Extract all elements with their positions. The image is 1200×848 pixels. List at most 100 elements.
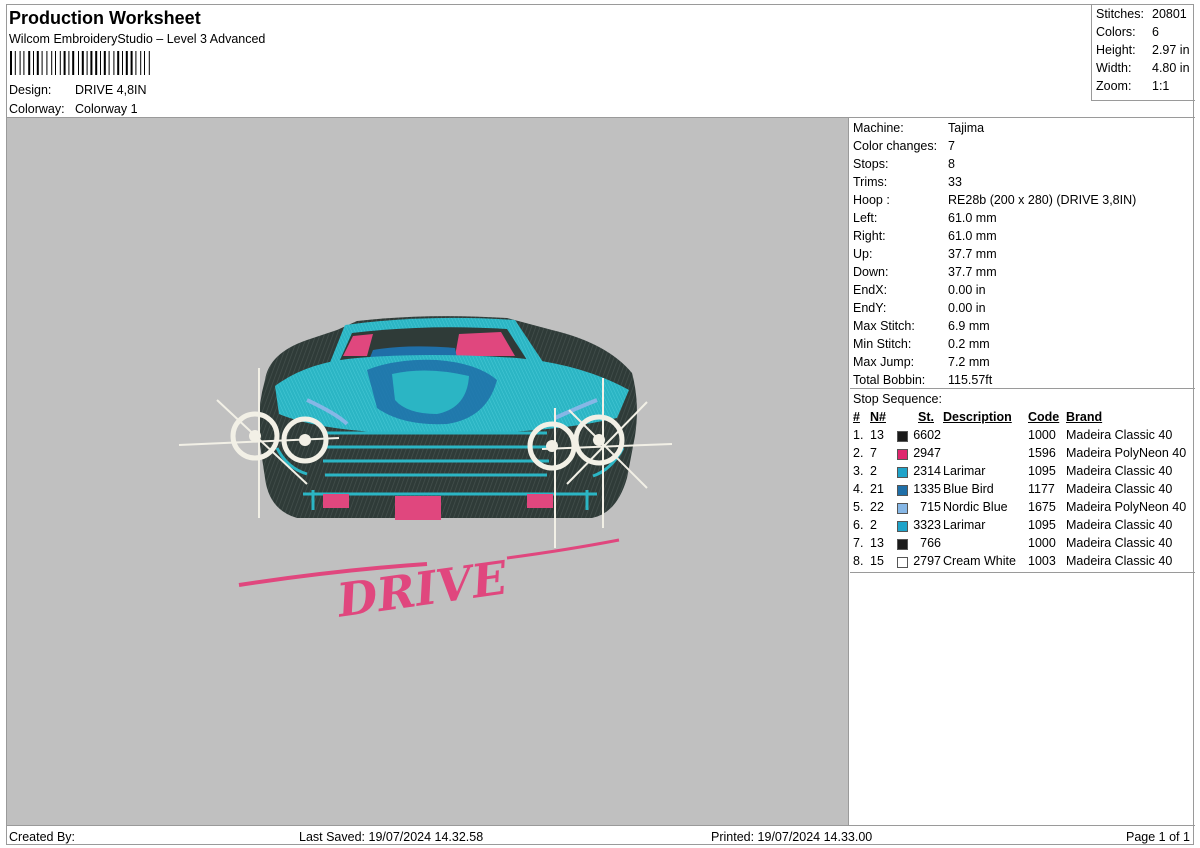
info-label: EndY: <box>853 301 887 315</box>
color-swatch <box>897 557 908 568</box>
cell-brand: Madeira Classic 40 <box>1066 536 1173 550</box>
barcode-bar <box>122 51 123 75</box>
info-label: Max Jump: <box>853 355 915 369</box>
info-row: Up: 37.7 mm <box>853 247 997 261</box>
barcode-bar <box>23 51 25 75</box>
cell-brand: Madeira Classic 40 <box>1066 554 1173 568</box>
barcode-bar <box>19 51 21 75</box>
info-value: RE28b (200 x 280) (DRIVE 3,8IN) <box>948 193 1137 207</box>
info-value: Tajima <box>948 121 985 135</box>
info-row: EndY: 0.00 in <box>853 301 986 315</box>
cell-num: 7. <box>853 536 864 550</box>
cell-num: 6. <box>853 518 864 532</box>
color-swatch <box>897 485 908 496</box>
color-swatch <box>897 467 908 478</box>
sequence-row: 7. 13 766 1000 Madeira Classic 40 <box>850 536 1195 554</box>
cell-num: 3. <box>853 464 864 478</box>
stat-row: Colors: 6 <box>1096 25 1159 39</box>
sequence-row: 2. 7 2947 1596 Madeira PolyNeon 40 <box>850 446 1195 464</box>
cell-num: 4. <box>853 482 864 496</box>
cell-num: 5. <box>853 500 864 514</box>
barcode-bar <box>55 51 56 75</box>
col-n: N# <box>870 410 886 424</box>
stat-row: Stitches: 20801 <box>1096 7 1187 21</box>
barcode-bar <box>81 51 84 75</box>
design-value: DRIVE 4,8IN <box>75 83 147 97</box>
cell-code: 1095 <box>1028 464 1056 478</box>
info-label: EndX: <box>853 283 888 297</box>
sequence-row: 6. 2 3323 Larimar 1095 Madeira Classic 40 <box>850 518 1195 536</box>
barcode-bar <box>113 51 115 75</box>
barcode-bar <box>59 51 61 75</box>
barcode-bar <box>33 51 34 75</box>
info-row: Left: 61.0 mm <box>853 211 997 225</box>
info-label: Min Stitch: <box>853 337 912 351</box>
info-panel: Stop Sequence: # N# St. Description Code… <box>850 118 1195 825</box>
cell-code: 1095 <box>1028 518 1056 532</box>
info-label: Machine: <box>853 121 904 135</box>
col-st: St. <box>918 410 934 424</box>
design-row: Design: DRIVE 4,8IN <box>9 83 147 97</box>
barcode-bar <box>108 51 110 75</box>
cell-st: 2797 <box>913 554 941 568</box>
cell-code: 1675 <box>1028 500 1056 514</box>
info-label: Right: <box>853 229 886 243</box>
cell-code: 1177 <box>1028 482 1055 496</box>
info-label: Color changes: <box>853 139 938 153</box>
page-number: Page 1 of 1 <box>1126 830 1190 844</box>
cell-st: 6602 <box>913 428 941 442</box>
cell-brand: Madeira Classic 40 <box>1066 518 1173 532</box>
sequence-row: 8. 15 2797 Cream White 1003 Madeira Classic 4… <box>850 554 1195 572</box>
info-row: Hoop : RE28b (200 x 280) (DRIVE 3,8IN) <box>853 193 1136 207</box>
barcode-bar <box>95 51 98 75</box>
barcode-bar <box>90 51 93 75</box>
cell-desc: Larimar <box>943 464 986 478</box>
info-label: Max Stitch: <box>853 319 915 333</box>
design-preview: DRIVE <box>7 118 849 825</box>
cell-desc: Cream White <box>943 554 1016 568</box>
cell-n: 7 <box>870 446 877 460</box>
info-row: Color changes: 7 <box>853 139 955 153</box>
info-value: 6.9 mm <box>948 319 990 333</box>
cell-n: 2 <box>870 464 877 478</box>
color-swatch <box>897 539 908 550</box>
info-row: Right: 61.0 mm <box>853 229 997 243</box>
barcode-bar <box>125 51 128 75</box>
info-label: Up: <box>853 247 873 261</box>
sequence-row: 3. 2 2314 Larimar 1095 Madeira Classic 40 <box>850 464 1195 482</box>
cell-st: 1335 <box>913 482 941 496</box>
cell-num: 2. <box>853 446 864 460</box>
info-value: 115.57ft <box>948 373 993 387</box>
cell-desc: Nordic Blue <box>943 500 1008 514</box>
cell-brand: Madeira Classic 40 <box>1066 482 1173 496</box>
design-label: Design: <box>9 83 52 97</box>
footer: Created By: Last Saved: 19/07/2024 14.32… <box>7 825 1195 846</box>
cell-code: 1596 <box>1028 446 1056 460</box>
cell-st: 766 <box>920 536 941 550</box>
printed-date: Printed: 19/07/2024 14.33.00 <box>711 830 873 844</box>
stop-sequence-title: Stop Sequence: <box>853 392 942 406</box>
barcode-bar <box>41 51 43 75</box>
stat-row: Width: 4.80 in <box>1096 61 1190 75</box>
info-value: 0.2 mm <box>948 337 990 351</box>
cell-n: 13 <box>870 428 884 442</box>
info-label: Left: <box>853 211 878 225</box>
color-swatch <box>897 521 908 532</box>
cell-code: 1003 <box>1028 554 1056 568</box>
info-value: 7.2 mm <box>948 355 990 369</box>
stat-row: Height: 2.97 in <box>1096 43 1190 57</box>
sequence-row: 4. 21 1335 Blue Bird 1177 Madeira Classic 40 <box>850 482 1195 500</box>
sequence-row: 5. 22 715 Nordic Blue 1675 Madeira PolyNeon 4… <box>850 500 1195 518</box>
barcode-bar <box>100 51 101 75</box>
last-saved: Last Saved: 19/07/2024 14.32.58 <box>299 830 484 844</box>
barcode <box>10 51 150 75</box>
cell-brand: Madeira Classic 40 <box>1066 428 1173 442</box>
info-label: Hoop : <box>853 193 890 207</box>
cell-brand: Madeira Classic 40 <box>1066 464 1173 478</box>
barcode-bar <box>135 51 137 75</box>
worksheet: Production Worksheet Wilcom EmbroiderySt… <box>6 4 1195 846</box>
cell-num: 8. <box>853 554 864 568</box>
info-label: Down: <box>853 265 889 279</box>
barcode-bar <box>148 51 150 75</box>
info-row: Machine: Tajima <box>853 121 984 135</box>
